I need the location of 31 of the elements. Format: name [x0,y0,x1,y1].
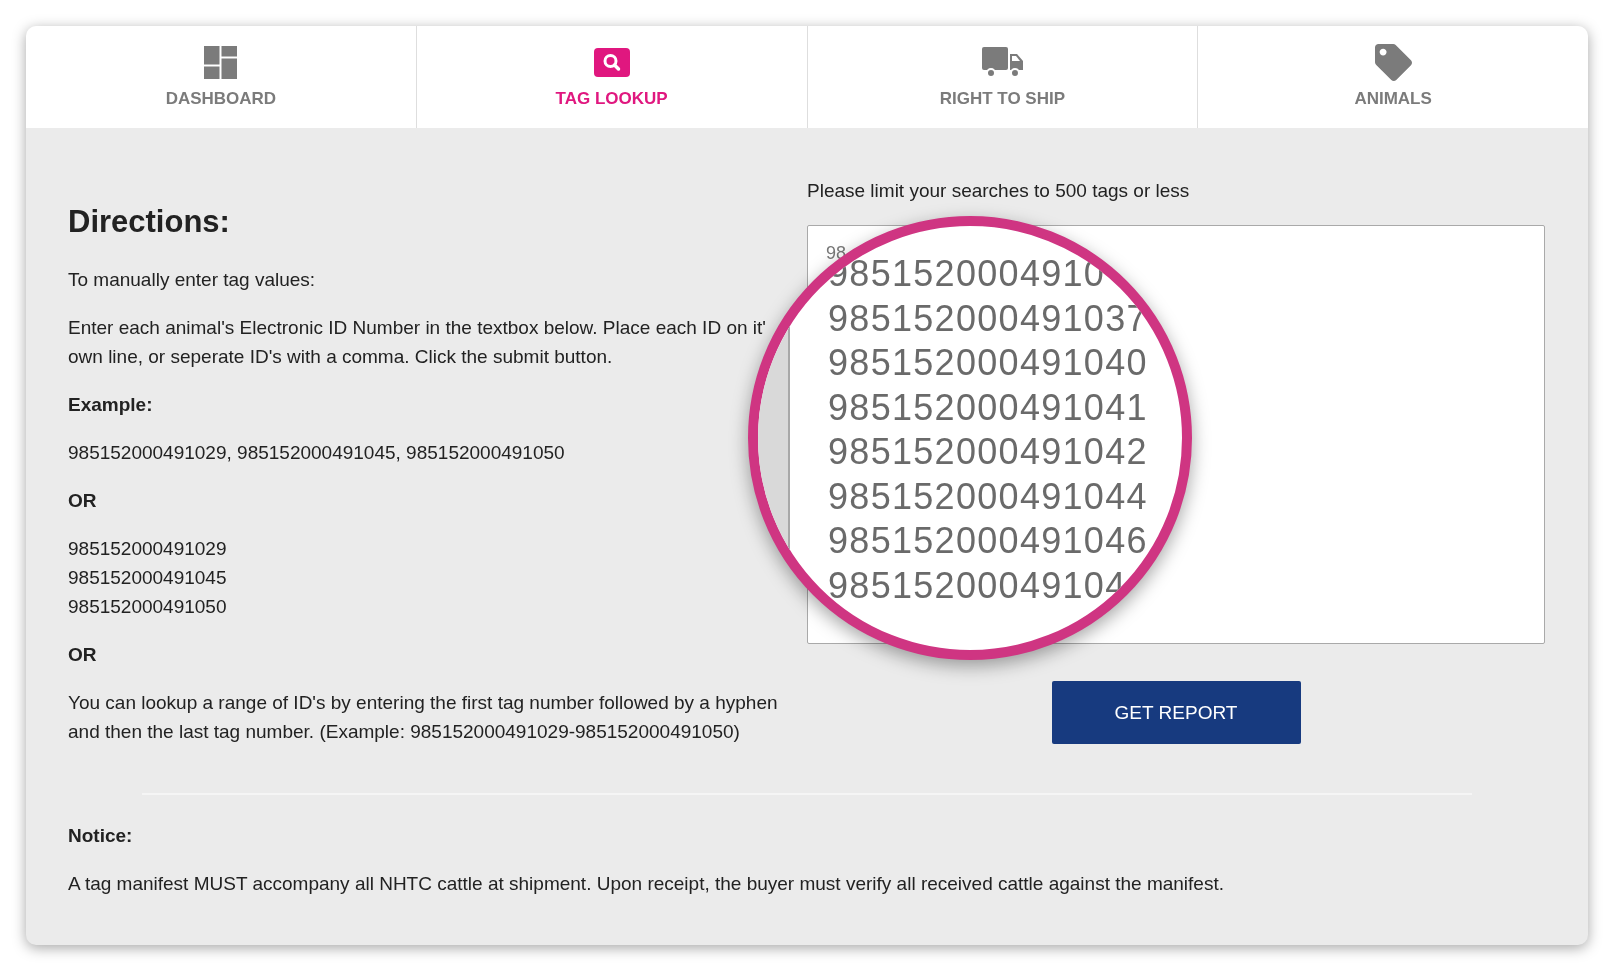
magnified-tag-id: 985152000491046 [828,528,1148,554]
instruction-text: 985152000491029, 985152000491045, 985152000491050 [68,441,566,465]
magnified-tag-id: 985152000491040 [828,350,1148,376]
get-report-button[interactable]: GET REPORT [1051,681,1301,744]
magnified-tag-id: 985152000491044 [828,483,1148,510]
limit-note: Please limit your searches to 500 tags or less [807,179,1190,203]
magnified-tag-id: 985152000491042 [828,439,1148,465]
text-line: 985152000491029 [68,537,227,561]
tag-icon [1374,44,1412,81]
section-heading: Example: [68,393,153,417]
dashboard-icon [204,46,238,79]
magnified-tag-id: 98515200049104 [828,572,1127,599]
nav-tab[interactable]: RIGHT TO SHIP [806,26,1198,128]
text-line: Enter each animal's Electronic ID Number in the textbox below. Place each ID on it' [68,316,766,340]
truck-icon [981,47,1023,78]
text-line: 985152000491045 [68,566,227,590]
notice-text: A tag manifest MUST accompany all NHTC cattle at shipment. Upon receipt, the buyer must verify all received cattle against the manifest. [68,872,1224,896]
notice-heading: Notice: [68,824,133,848]
nav-tab[interactable]: DASHBOARD [26,26,416,128]
section-heading: OR [68,643,97,667]
text-line: own line, or seperate ID's with a comma. Click the submit button. [68,345,613,369]
instruction-text: You can lookup a range of ID's by entering the first tag number followed by a hyphen and then the last tag number. (Example: 985152000491029-985152000491050) [68,691,779,744]
magnified-tag-id: 985152000491037 [828,305,1148,332]
instruction-text: To manually enter tag values: [68,268,317,292]
nav-tab[interactable]: TAG LOOKUP [415,26,807,128]
section-heading: OR [68,489,97,513]
magnified-tag-id: 985152000491041 [828,394,1148,421]
nav-tab[interactable]: ANIMALS [1197,26,1588,128]
search-icon [593,48,630,77]
text-line: 985152000491050 [68,595,227,619]
directions-heading: Directions: [68,204,230,240]
